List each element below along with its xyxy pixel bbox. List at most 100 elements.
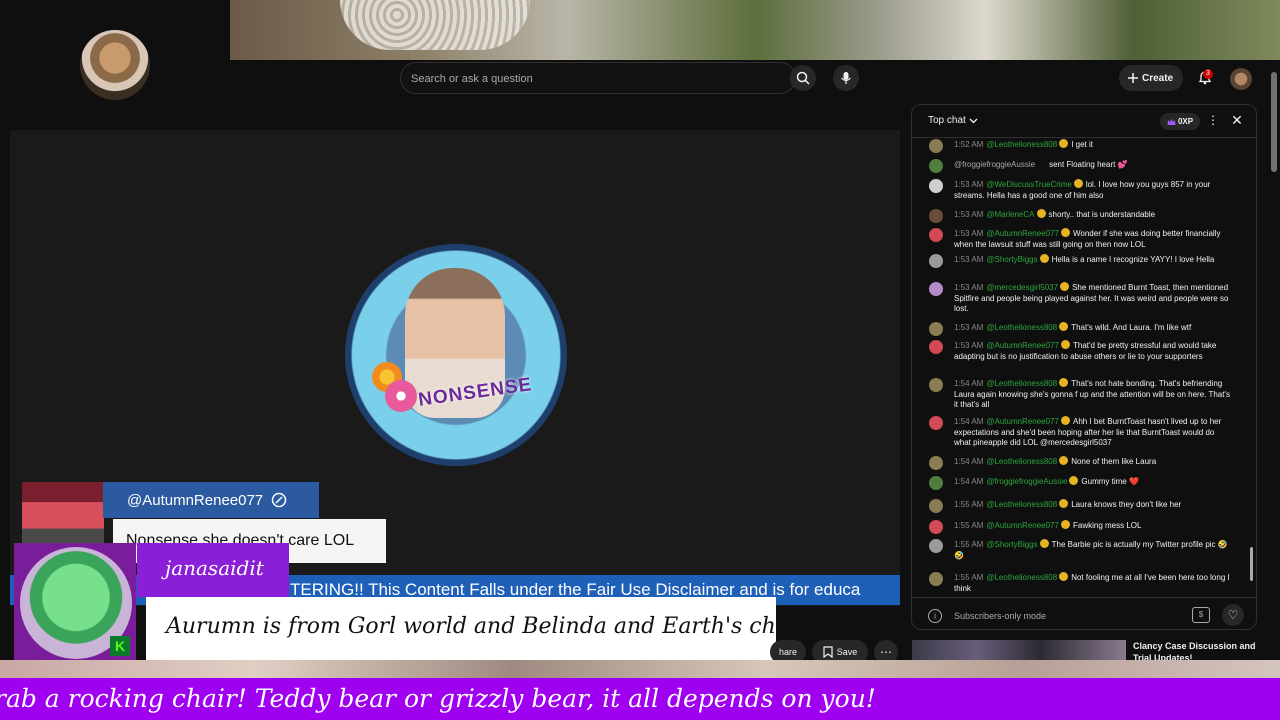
chat-message[interactable]: 1:52 AM @Leothelioness808 I get it (912, 139, 1246, 153)
search-input[interactable] (411, 69, 771, 89)
chat-message[interactable]: 1:55 AM @AutumnRenee077 Fawking mess LOL (912, 520, 1246, 534)
info-icon[interactable]: i (928, 609, 942, 623)
related-video-thumbnail[interactable] (912, 640, 1126, 662)
chat-footer: i Subscribers-only mode $ ♡ (912, 597, 1256, 629)
chat-author-avatar[interactable] (929, 539, 943, 553)
masthead: Create 3 (230, 60, 1280, 104)
member-badge-icon (1059, 378, 1069, 387)
chat-author[interactable]: @AutumnRenee077 (986, 229, 1059, 238)
chat-author-avatar[interactable] (929, 282, 943, 296)
crown-icon (1167, 118, 1176, 125)
chat-more-options-icon[interactable]: ⋮ (1206, 113, 1220, 131)
chat-author[interactable]: @Leothelioness808 (986, 500, 1057, 509)
chat-author[interactable]: @Leothelioness808 (986, 323, 1057, 332)
xp-label: 0XP (1177, 117, 1194, 126)
chat-author[interactable]: @Leothelioness808 (986, 140, 1057, 149)
verified-icon (271, 492, 287, 508)
chat-author-avatar[interactable] (929, 456, 943, 470)
save-label: Save (836, 647, 858, 657)
chat-message[interactable]: @froggiefroggieAussie sent Floating heart… (912, 159, 1246, 173)
chat-author-avatar[interactable] (929, 340, 943, 354)
chat-author[interactable]: @WeDiscussTrueCrime (986, 180, 1071, 189)
member-badge-icon (1059, 572, 1069, 581)
chat-timestamp: 1:54 AM (954, 477, 984, 486)
member-badge-icon (1060, 520, 1070, 529)
chat-message[interactable]: 1:53 AM @MarleneCA shorty.. that is unders… (912, 209, 1246, 223)
chat-author-avatar[interactable] (929, 416, 943, 430)
voice-search-button[interactable] (833, 65, 859, 91)
member-badge-icon (1039, 539, 1049, 548)
chat-author[interactable]: @MarleneCA (986, 210, 1034, 219)
member-badge-icon (1069, 476, 1079, 485)
chat-author[interactable]: @AutumnRenee077 (986, 521, 1059, 530)
chat-author[interactable]: @ShortyBiggs (986, 255, 1037, 264)
chat-scroll-thumb[interactable] (1250, 547, 1253, 581)
heart-reaction-button[interactable]: ♡ (1222, 604, 1244, 626)
subscribers-only-notice: Subscribers-only mode (954, 611, 1047, 621)
chat-author[interactable]: @Leothelioness808 (986, 457, 1057, 466)
channel-avatar[interactable] (80, 30, 150, 100)
chat-message[interactable]: 1:53 AM @WeDiscussTrueCrime lol. I love ho… (912, 179, 1246, 201)
chat-mode-dropdown[interactable]: Top chat (928, 115, 978, 126)
chat-message-text: shorty.. that is understandable (1048, 210, 1156, 219)
chat-message[interactable]: 1:54 AM @Leothelioness808 That's not hate … (912, 378, 1246, 411)
chat-author-avatar[interactable] (929, 378, 943, 392)
chat-message-text: I get it (1071, 140, 1093, 149)
chat-author-avatar[interactable] (929, 499, 943, 513)
close-icon[interactable]: ✕ (1228, 112, 1246, 130)
chat-author[interactable]: @AutumnRenee077 (986, 417, 1059, 426)
chat-message[interactable]: 1:53 AM @AutumnRenee077 That'd be pretty s… (912, 340, 1246, 362)
chat-author-avatar[interactable] (929, 139, 943, 153)
chat-timestamp: 1:54 AM (954, 379, 984, 388)
chat-timestamp: 1:52 AM (954, 140, 984, 149)
chat-timestamp: 1:53 AM (954, 229, 984, 238)
page-scroll-thumb[interactable] (1271, 72, 1277, 172)
super-chat-icon[interactable]: $ (1192, 607, 1210, 623)
page-scrollbar[interactable] (1268, 60, 1280, 660)
chat-message-text: None of them like Laura (1071, 457, 1157, 466)
member-badge-icon (1059, 499, 1069, 508)
chat-message[interactable]: 1:53 AM @mercedesgirl5037 She mentioned Bu… (912, 282, 1246, 315)
chat-message[interactable]: 1:54 AM @AutumnRenee077 Ahh I bet BurntToa… (912, 416, 1246, 449)
member-badge-icon (1059, 456, 1069, 465)
chat-author[interactable]: @Leothelioness808 (986, 379, 1057, 388)
chat-message[interactable]: 1:55 AM @ShortyBiggs The Barbie pic is act… (912, 539, 1246, 561)
chat-message[interactable]: 1:53 AM @AutumnRenee077 Wonder if she was … (912, 228, 1246, 250)
chat-message[interactable]: 1:54 AM @Leothelioness808 None of them lik… (912, 456, 1246, 470)
chat-message[interactable]: 1:53 AM @ShortyBiggs Hella is a name I rec… (912, 254, 1246, 268)
kick-logo-icon: K (110, 636, 130, 656)
chat-author[interactable]: @froggiefroggieAussie (954, 160, 1035, 169)
chat-message[interactable]: 1:55 AM @Leothelioness808 Not fooling me a… (912, 572, 1246, 594)
create-label: Create (1142, 72, 1174, 84)
chat-message[interactable]: 1:54 AM @froggiefroggieAussie Gummy time ❤… (912, 476, 1246, 490)
chat-author-avatar[interactable] (929, 520, 943, 534)
chat-message[interactable]: 1:55 AM @Leothelioness808 Laura knows they… (912, 499, 1246, 513)
hibiscus-flower (385, 380, 417, 412)
chat-author-avatar[interactable] (929, 228, 943, 242)
chat-author-avatar[interactable] (929, 159, 943, 173)
chat-title: Top chat (928, 115, 966, 126)
search-button[interactable] (790, 65, 816, 91)
user-avatar[interactable] (1230, 68, 1252, 90)
chat-author-avatar[interactable] (929, 322, 943, 336)
chat-message-text: Laura knows they don't like her (1071, 500, 1182, 509)
chat-author[interactable]: @AutumnRenee077 (986, 341, 1059, 350)
member-badge-icon (1059, 139, 1069, 148)
chat-author[interactable]: @mercedesgirl5037 (986, 283, 1058, 292)
member-badge-icon (1060, 282, 1070, 291)
chat-author-avatar[interactable] (929, 254, 943, 268)
chat-author[interactable]: @Leothelioness808 (986, 573, 1057, 582)
chat-scrollbar[interactable] (1249, 141, 1255, 593)
chat-author[interactable]: @froggiefroggieAussie (986, 477, 1067, 486)
chat-author-avatar[interactable] (929, 476, 943, 490)
chat-message[interactable]: 1:53 AM @Leothelioness808 That's wild. And… (912, 322, 1246, 336)
chat-timestamp: 1:54 AM (954, 417, 984, 426)
chat-author[interactable]: @ShortyBiggs (986, 540, 1037, 549)
chat-author-avatar[interactable] (929, 572, 943, 586)
chat-author-avatar[interactable] (929, 179, 943, 193)
create-button[interactable]: Create (1119, 65, 1183, 91)
chat-timestamp: 1:53 AM (954, 323, 984, 332)
bookmark-icon (823, 646, 833, 658)
xp-badge[interactable]: 0XP (1160, 113, 1200, 130)
chat-author-avatar[interactable] (929, 209, 943, 223)
